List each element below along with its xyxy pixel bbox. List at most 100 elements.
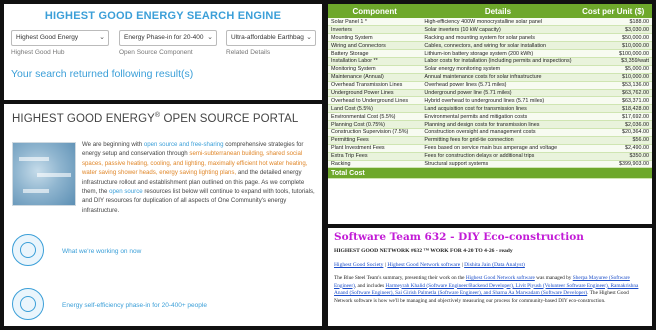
component-select-label: Open Source Component	[119, 49, 193, 56]
team-link-row: Highest Good Society | Highest Good Netw…	[334, 262, 525, 268]
table-row: Racking Structural support systems $399,90…	[328, 160, 652, 169]
table-row: Plant Investment Fees Fees based on servi…	[328, 144, 652, 153]
open-source-portal-panel: HIGHEST GOOD ENERGY® OPEN SOURCE PORTAL …	[4, 104, 322, 326]
details-cell: Environmental permits and mitigation cos…	[421, 112, 575, 122]
table-row: Wiring and Connectors Cables, connectors,…	[328, 41, 652, 51]
details-cell: Overhead power lines (5.71 miles)	[421, 81, 575, 90]
component-cell: Planning Cost (0.75%)	[328, 120, 422, 129]
table-row: Battery Storage Lithium-ion battery stora…	[328, 49, 652, 58]
component-cell: Solar Panel 1 *	[328, 18, 422, 27]
table-row: Overhead Transmission Lines Overhead powe…	[328, 81, 652, 90]
table-row: Environmental Cost (5.5%) Environmental p…	[328, 112, 652, 122]
total-cost-label: Total Cost	[328, 167, 422, 180]
component-cell: Installation Labor **	[328, 57, 422, 66]
details-cell: Cables, connectors, and wiring for solar…	[421, 41, 575, 51]
table-row: Overhead to Underground Lines Hybrid over…	[328, 96, 652, 106]
cost-table: Component Details Cost per Unit ($) Sola…	[328, 4, 652, 180]
chevron-down-icon: ⌄	[306, 34, 312, 41]
component-cell: Battery Storage	[328, 49, 422, 58]
details-cell: Fees for construction delays or addition…	[421, 152, 575, 161]
details-cell: Solar energy monitoring system	[421, 65, 575, 74]
cost-cell: $2,036.00	[574, 120, 652, 129]
cost-cell: $188.00	[574, 18, 652, 27]
table-row: Monitoring System Solar energy monitoring…	[328, 65, 652, 74]
table-row: Installation Labor ** Labor costs for ins…	[328, 57, 652, 66]
chevron-down-icon: ⌄	[99, 34, 105, 41]
team-subtitle: HIGHEST GOOD NETWORK #632 ™ WORK FOR 4-2…	[334, 248, 513, 254]
working-on-now-link[interactable]: What we're working on now	[62, 248, 141, 255]
table-row: Mounting System Racking and mounting syst…	[328, 33, 652, 43]
open-source-link-2[interactable]: open source	[109, 188, 143, 195]
details-cell: Construction oversight and management co…	[421, 128, 575, 137]
component-cell: Extra Trip Fees	[328, 152, 422, 161]
open-source-link[interactable]: open source and free-sharing	[144, 141, 224, 148]
table-row: Construction Supervision (7.5%) Construct…	[328, 128, 652, 137]
table-row: Planning Cost (0.75%) Planning and design…	[328, 120, 652, 129]
component-cell: Environmental Cost (5.5%)	[328, 112, 422, 122]
details-cell: Underground power line (5.71 miles)	[421, 89, 575, 98]
details-cell: Racking and mounting system for solar pa…	[421, 33, 575, 43]
cost-cell: $63,762.00	[574, 89, 652, 98]
highest-good-society-link[interactable]: Highest Good Society	[334, 262, 383, 268]
table-row: Extra Trip Fees Fees for construction del…	[328, 152, 652, 161]
portal-title-main: HIGHEST GOOD ENERGY	[12, 112, 155, 125]
software-team-panel: Software Team 632 - DIY Eco-construction…	[328, 228, 652, 326]
cost-cell: $56.00	[574, 136, 652, 145]
working-on-now-icon[interactable]	[12, 234, 44, 266]
cost-cell: $50,000.00	[574, 33, 652, 43]
component-cell: Monitoring System	[328, 65, 422, 74]
cost-cell: $3,030.00	[574, 25, 652, 35]
energy-phase-in-link[interactable]: Energy self-efficiency phase-in for 20-4…	[62, 302, 207, 309]
cost-cell: $3,359/watt	[574, 57, 652, 66]
details-cell: Lithium-ion battery storage system (200 …	[421, 49, 575, 58]
table-row: Underground Power Lines Underground power…	[328, 89, 652, 98]
cost-table-header: Component Details Cost per Unit ($)	[328, 4, 652, 18]
details-cell: Fees based on service main bus amperage …	[421, 144, 575, 153]
component-select[interactable]: Energy Phase-in for 20-400 ⌄	[119, 30, 217, 46]
details-select[interactable]: Ultra-affordable Earthbag ⌄	[226, 30, 316, 46]
highest-good-network-software-link[interactable]: Highest Good Network software	[387, 262, 460, 268]
details-cell: Planning and design costs for transmissi…	[421, 120, 575, 129]
details-cell: Annual maintenance costs for solar infra…	[421, 73, 575, 82]
cost-cell: $63,371.00	[574, 96, 652, 106]
hub-select[interactable]: Highest Good Energy ⌄	[11, 30, 109, 46]
search-engine-panel: HIGHEST GOOD ENERGY SEARCH ENGINE Highes…	[4, 4, 322, 100]
component-cell: Wiring and Connectors	[328, 41, 422, 51]
table-row: Land Cost (5.5%) Land acquisition cost fo…	[328, 104, 652, 114]
team-title: Software Team 632 - DIY Eco-construction	[334, 231, 584, 243]
details-cell: Hybrid overhead to underground lines (5.…	[421, 96, 575, 106]
table-row: Permitting Fees Permitting fees for grid-…	[328, 136, 652, 145]
dishita-jain-link[interactable]: Dishita Jain (Data Analyst)	[464, 262, 525, 268]
portal-intro-text: We are beginning with open source and fr…	[82, 141, 315, 214]
hub-select-value: Highest Good Energy	[16, 34, 79, 41]
network-software-link[interactable]: Highest Good Network software	[466, 275, 535, 281]
cost-cell: $5,000.00	[574, 65, 652, 74]
energy-phase-in-icon[interactable]	[12, 288, 44, 320]
column-header-cost: Cost per Unit ($)	[574, 4, 652, 18]
table-row: Maintenance (Annual) Annual maintenance c…	[328, 73, 652, 82]
component-cell: Inverters	[328, 25, 422, 35]
component-cell: Permitting Fees	[328, 136, 422, 145]
component-cell: Racking	[328, 160, 422, 169]
column-header-details: Details	[421, 4, 575, 18]
details-cell: Labor costs for installation (including …	[421, 57, 575, 66]
table-row: Solar Panel 1 * High-efficiency 400W mono…	[328, 18, 652, 27]
cost-table-panel: Component Details Cost per Unit ($) Sola…	[328, 4, 652, 224]
details-cell: Permitting fees for grid-tie connection	[421, 136, 575, 145]
cost-cell: $17,692.00	[574, 112, 652, 122]
component-cell: Overhead to Underground Lines	[328, 96, 422, 106]
component-cell: Land Cost (5.5%)	[328, 104, 422, 114]
component-select-value: Energy Phase-in for 20-400	[124, 34, 204, 41]
hub-select-label: Highest Good Hub	[11, 49, 65, 56]
total-cost-row: Total Cost	[328, 167, 652, 180]
portal-title-rest: OPEN SOURCE PORTAL	[160, 112, 299, 125]
component-cell: Maintenance (Annual)	[328, 73, 422, 82]
cost-cell: $399,903.00	[574, 160, 652, 169]
cost-cell: $53,136.00	[574, 81, 652, 90]
component-cell: Overhead Transmission Lines	[328, 81, 422, 90]
component-cell: Underground Power Lines	[328, 89, 422, 98]
search-engine-title: HIGHEST GOOD ENERGY SEARCH ENGINE	[44, 10, 282, 22]
cost-cell: $20,364.00	[574, 128, 652, 137]
cost-cell: $18,428.00	[574, 104, 652, 114]
component-cell: Construction Supervision (7.5%)	[328, 128, 422, 137]
